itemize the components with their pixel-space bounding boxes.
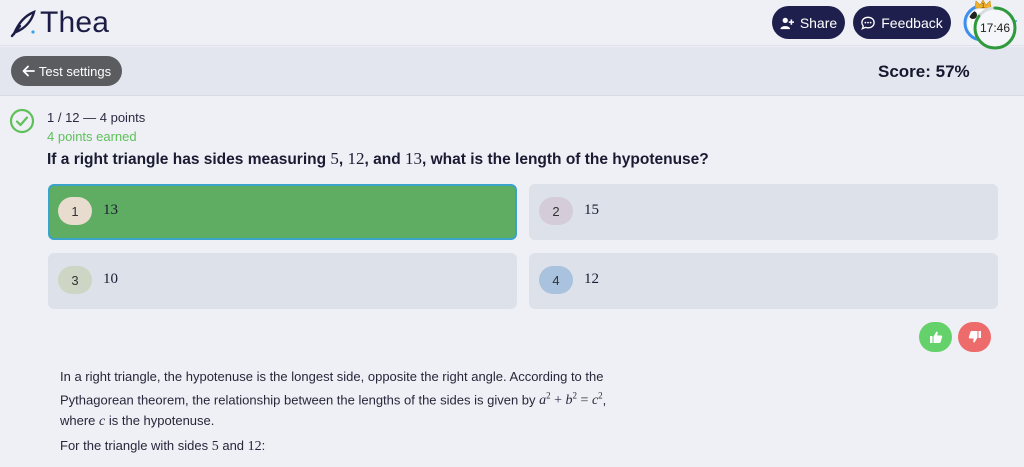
option-value: 10 — [103, 271, 118, 287]
answer-option-3[interactable]: 3 10 — [48, 253, 517, 309]
points-earned: 4 points earned — [47, 129, 137, 144]
option-number: 1 — [58, 197, 92, 225]
option-number: 4 — [539, 266, 573, 294]
feather-pen-icon — [10, 10, 36, 38]
option-value: 15 — [584, 202, 599, 218]
logo-text: Thea — [40, 6, 110, 39]
thea-logo[interactable]: Thea — [8, 6, 109, 40]
option-value: 12 — [584, 271, 599, 287]
add-user-icon — [780, 17, 794, 29]
explanation-paragraph: In a right triangle, the hypotenuse is t… — [60, 369, 607, 429]
thumbs-down-button[interactable] — [958, 322, 991, 352]
check-circle-icon — [9, 108, 35, 134]
question-meta: 1 / 12 — 4 points — [47, 110, 146, 125]
share-button[interactable]: Share — [772, 6, 845, 39]
answer-option-1[interactable]: 1 13 — [48, 184, 517, 240]
thumbs-up-button[interactable] — [919, 322, 952, 352]
sub-bar: Test settings Score: 57% — [0, 47, 1024, 96]
option-number: 3 — [58, 266, 92, 294]
answer-option-4[interactable]: 4 12 — [529, 253, 998, 309]
test-settings-button[interactable]: Test settings — [11, 56, 122, 86]
top-bar: Thea Share Feedback 1 — [0, 0, 1024, 46]
chat-bubble-icon — [861, 16, 876, 30]
question-text: If a right triangle has sides measuring … — [47, 149, 709, 168]
timer-text: 17:46 — [979, 21, 1011, 35]
share-label: Share — [799, 14, 838, 31]
thumbs-down-icon — [968, 331, 981, 343]
arrow-left-icon — [22, 65, 35, 77]
feedback-label: Feedback — [881, 14, 943, 31]
option-value: 13 — [103, 202, 118, 218]
test-settings-label: Test settings — [38, 63, 112, 79]
option-number: 2 — [539, 197, 573, 225]
explanation-paragraph-2: For the triangle with sides 5 and 12: — [60, 438, 266, 454]
feedback-button[interactable]: Feedback — [853, 6, 951, 39]
score-display: Score: 57% — [878, 62, 970, 81]
answer-option-2[interactable]: 2 15 — [529, 184, 998, 240]
thumbs-up-icon — [929, 331, 942, 343]
